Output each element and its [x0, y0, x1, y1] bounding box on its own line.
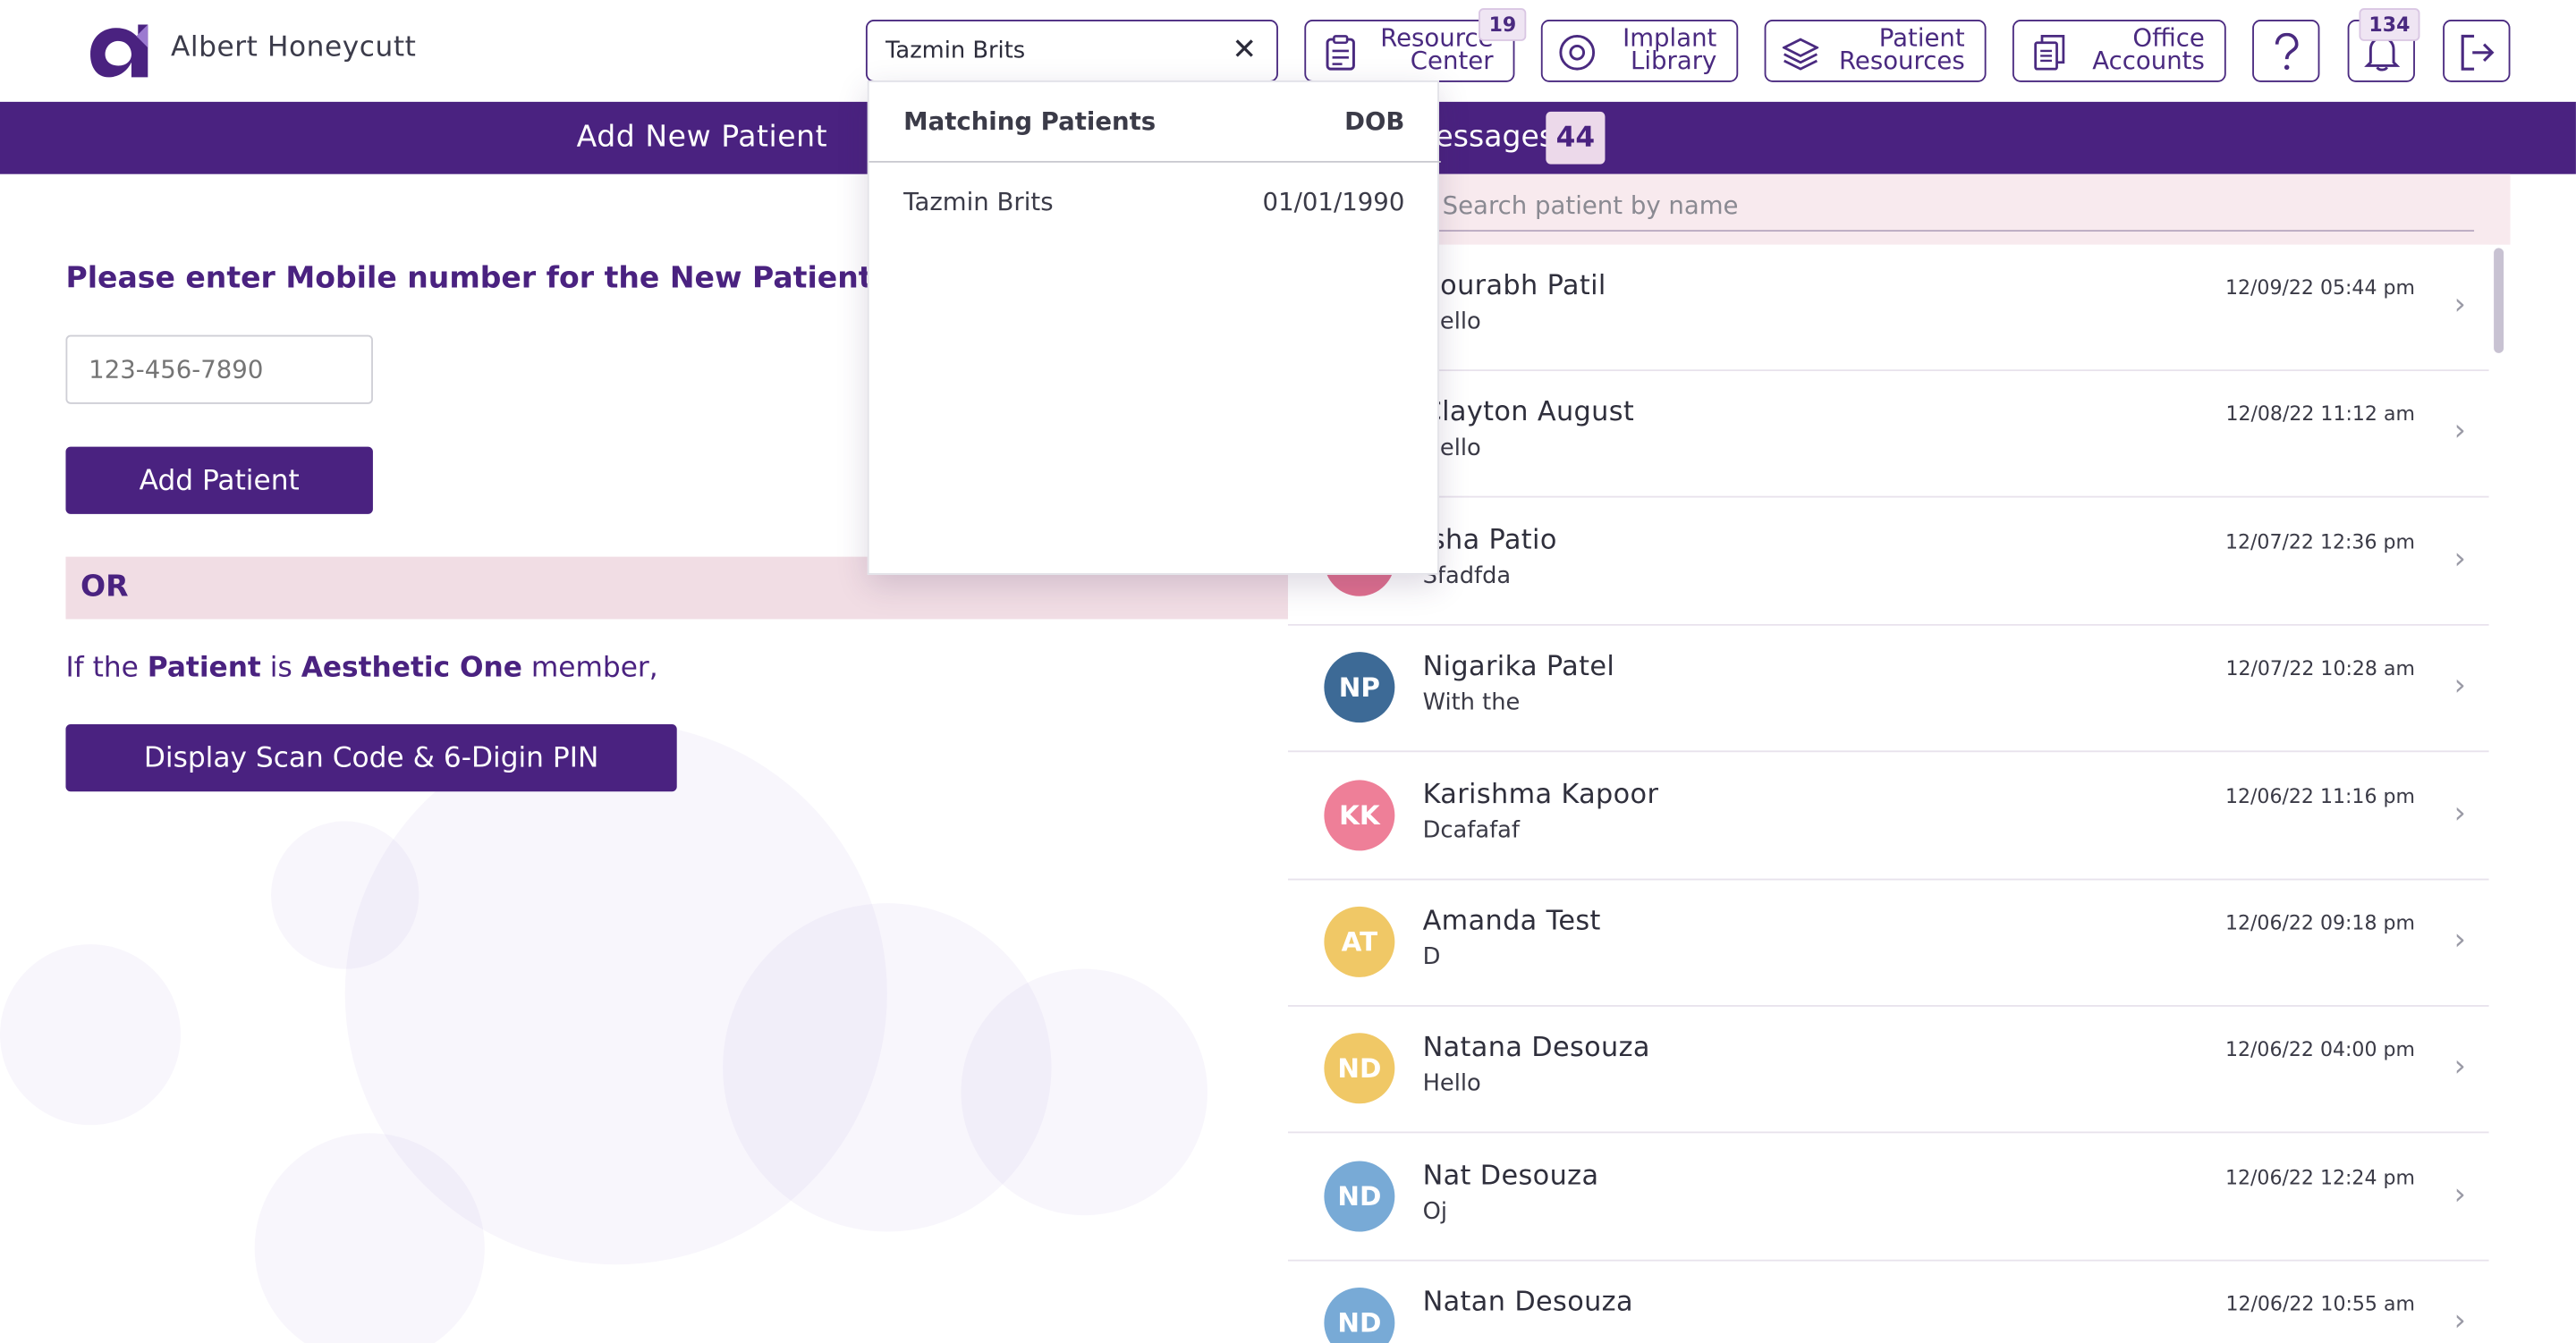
display-scan-code-button[interactable]: Display Scan Code & 6-Digin PIN [65, 723, 677, 792]
chevron-right-icon: › [2453, 923, 2466, 958]
documents-icon [2034, 35, 2065, 71]
nav-label: Center [1410, 46, 1494, 76]
notifications-button[interactable]: 134 [2347, 8, 2420, 82]
mobile-number-input[interactable] [65, 334, 373, 404]
matching-patients-header: Matching Patients [903, 106, 1157, 137]
message-list-scrollbar[interactable] [2494, 248, 2504, 353]
message-preview: D [1422, 944, 1441, 971]
message-sender-name: Sourabh Patil [1422, 269, 1606, 301]
member-bold-brand: Aesthetic One [301, 652, 522, 685]
message-row[interactable]: KK Karishma Kapoor Dcafafaf 12/06/22 11:16 … [1287, 753, 2489, 880]
resource-center-badge: 19 [1479, 8, 1527, 41]
message-row[interactable]: CAClayton AugustHello12/08/22 11:12 am› [1287, 371, 2489, 499]
message-row[interactable]: SPSourabh PatilHello12/09/22 05:44 pm› [1287, 244, 2489, 372]
message-sender-name: Amanda Test [1422, 905, 1601, 936]
avatar: ND [1324, 1288, 1395, 1343]
member-bold-patient: Patient [147, 652, 261, 685]
matching-patients-dropdown: Matching Patients DOB Tazmin Brits 01/01… [867, 80, 1441, 575]
chevron-right-icon: › [2453, 1050, 2466, 1085]
member-prefix: If the [65, 652, 139, 685]
member-mid: is [269, 652, 292, 685]
avatar: ND [1324, 1034, 1395, 1104]
background-decoration [0, 944, 182, 1126]
patient-resources-button[interactable]: Patient Resources [1764, 20, 1987, 82]
add-new-patient-title: Add New Patient [576, 120, 828, 155]
patient-name-search-placeholder: Search patient by name [1442, 190, 1739, 221]
chevron-right-icon: › [2453, 1177, 2466, 1212]
message-preview: With the [1422, 689, 1521, 717]
messages-count-badge: 44 [1546, 111, 1606, 165]
message-timestamp: 12/06/22 09:18 pm [2224, 911, 2415, 935]
logout-button[interactable] [2443, 20, 2511, 82]
member-suffix: member, [530, 652, 658, 685]
patient-search-box[interactable]: ✕ [865, 20, 1278, 82]
user-name: Albert Honeycutt [171, 30, 417, 64]
message-preview: Oj [1422, 1198, 1447, 1225]
chevron-right-icon: › [2453, 541, 2466, 577]
matching-patient-name: Tazmin Brits [903, 187, 1054, 217]
message-row[interactable]: NP Nigarika Patel With the 12/07/22 10:28 a… [1287, 626, 2489, 753]
avatar: NP [1324, 652, 1395, 723]
notifications-badge: 134 [2359, 8, 2420, 41]
message-sender-name: Nat Desouza [1422, 1159, 1599, 1191]
or-label: OR [80, 570, 129, 604]
avatar: ND [1324, 1161, 1395, 1232]
chevron-right-icon: › [2453, 796, 2466, 831]
message-row[interactable]: ND Nat Desouza Oj 12/06/22 12:24 pm › [1287, 1134, 2489, 1262]
close-icon[interactable]: ✕ [1232, 35, 1257, 65]
dob-header: DOB [1344, 106, 1405, 137]
patient-search-input[interactable] [885, 34, 1215, 68]
chevron-right-icon: › [2453, 287, 2466, 322]
dropdown-header: Matching Patients DOB [869, 82, 1441, 163]
message-timestamp: 12/09/22 05:44 pm [2224, 275, 2415, 300]
message-timestamp: 12/06/22 10:55 am [2225, 1292, 2415, 1316]
resource-center-button[interactable]: Resource Center 19 [1304, 8, 1527, 82]
message-timestamp: 12/06/22 11:16 pm [2224, 784, 2415, 807]
message-timestamp: 12/06/22 12:24 pm [2224, 1165, 2415, 1189]
message-row[interactable]: AT Amanda Test D 12/06/22 09:18 pm › [1287, 880, 2489, 1007]
message-timestamp: 12/08/22 11:12 am [2225, 402, 2415, 427]
logout-icon [2461, 34, 2495, 71]
add-patient-button[interactable]: Add Patient [65, 446, 373, 514]
matching-patient-row[interactable]: Tazmin Brits 01/01/1990 [869, 163, 1441, 238]
background-decoration [271, 821, 419, 969]
nav-label: Library [1631, 46, 1717, 76]
background-decoration [723, 903, 1052, 1232]
message-sender-name: Isha Patio [1422, 523, 1557, 555]
matching-patient-dob: 01/01/1990 [1262, 187, 1405, 217]
target-icon [1559, 34, 1596, 71]
avatar: KK [1324, 779, 1395, 850]
new-patient-heading: Please enter Mobile number for the New P… [65, 261, 873, 296]
chevron-right-icon: › [2453, 668, 2466, 704]
message-sender-name: Clayton August [1422, 396, 1635, 428]
message-sender-name: Natan Desouza [1422, 1286, 1633, 1318]
message-row[interactable]: ND Natan Desouza 12/06/22 10:55 am › [1287, 1261, 2489, 1343]
message-sender-name: Nigarika Patel [1422, 650, 1615, 682]
brand-logo [90, 24, 148, 78]
nav-label: Resources [1838, 46, 1965, 76]
chevron-right-icon: › [2453, 1304, 2466, 1339]
chevron-right-icon: › [2453, 414, 2466, 450]
layers-icon [1782, 38, 1819, 71]
message-row[interactable]: ND Natana Desouza Hello 12/06/22 04:00 pm › [1287, 1007, 2489, 1135]
message-preview: Dcafafaf [1422, 816, 1520, 844]
search-underline [1438, 230, 2475, 232]
message-timestamp: 12/06/22 04:00 pm [2224, 1038, 2415, 1062]
implant-library-button[interactable]: Implant Library [1540, 20, 1739, 82]
nav-label: Accounts [2092, 46, 2205, 76]
help-button[interactable] [2252, 20, 2320, 82]
member-text: If the Patient is Aesthetic One member, [65, 652, 657, 685]
avatar: AT [1324, 906, 1395, 977]
message-timestamp: 12/07/22 12:36 pm [2224, 529, 2415, 553]
message-sender-name: Karishma Kapoor [1422, 777, 1659, 809]
question-icon [2275, 32, 2299, 71]
message-timestamp: 12/07/22 10:28 am [2225, 657, 2415, 680]
message-row[interactable]: IPIsha PatioSfadfda12/07/22 12:36 pm› [1287, 498, 2489, 626]
clipboard-icon [1326, 35, 1355, 71]
office-accounts-button[interactable]: Office Accounts [2012, 20, 2226, 82]
message-sender-name: Natana Desouza [1422, 1032, 1650, 1064]
message-preview: Hello [1422, 1071, 1481, 1098]
